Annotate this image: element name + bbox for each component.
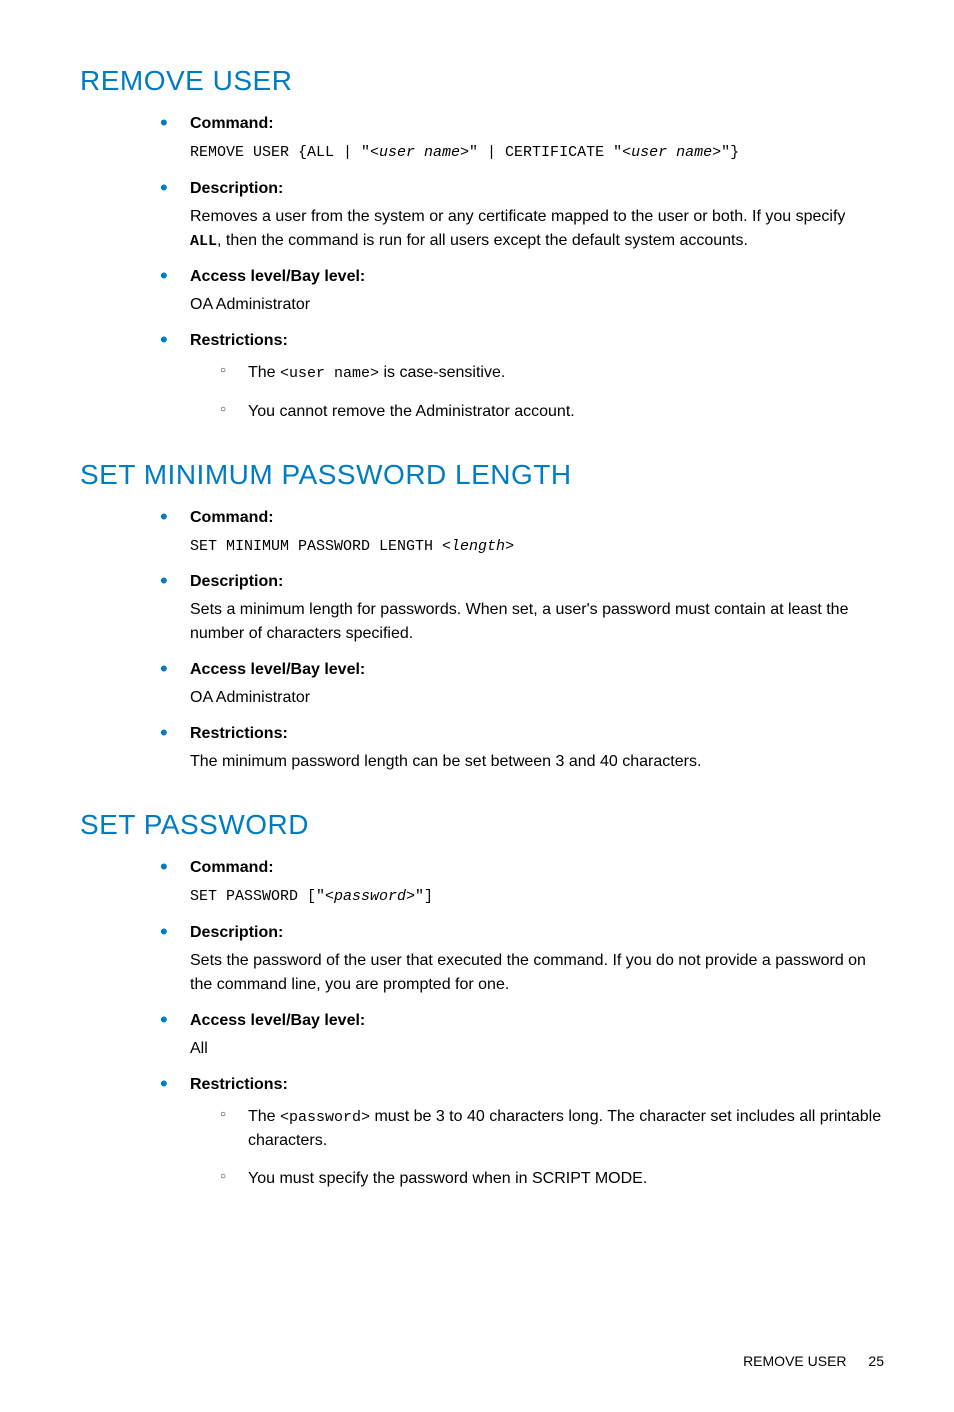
label-command: Command: xyxy=(190,509,274,526)
section-list: Command: REMOVE USER {ALL | "<user name>… xyxy=(80,112,884,424)
command-pre: SET PASSWORD ["< xyxy=(190,888,334,905)
command-mid: >" | CERTIFICATE "< xyxy=(460,144,631,161)
label-restrictions: Restrictions: xyxy=(190,1076,288,1093)
label-restrictions: Restrictions: xyxy=(190,332,288,349)
label-description: Description: xyxy=(190,924,283,941)
label-restrictions: Restrictions: xyxy=(190,725,288,742)
access-text: OA Administrator xyxy=(190,293,884,317)
desc-post: , then the command is run for all users … xyxy=(217,232,748,249)
item-access: Access level/Bay level: OA Administrator xyxy=(160,265,884,317)
restrictions-text: The minimum password length can be set b… xyxy=(190,750,884,774)
label-access: Access level/Bay level: xyxy=(190,661,365,678)
item-description: Description: Removes a user from the sys… xyxy=(160,177,884,254)
desc-code: ALL xyxy=(190,233,217,250)
restriction-item: You cannot remove the Administrator acco… xyxy=(220,400,884,424)
item-description: Description: Sets the password of the us… xyxy=(160,921,884,997)
restriction-code: <user name> xyxy=(280,365,379,382)
label-access: Access level/Bay level: xyxy=(190,268,365,285)
section-heading-remove-user: REMOVE USER xyxy=(80,60,884,102)
restriction-post: is case-sensitive. xyxy=(379,364,505,381)
command-text: SET PASSWORD ["<password>"] xyxy=(190,884,884,909)
description-text: Sets a minimum length for passwords. Whe… xyxy=(190,598,884,646)
page-footer: REMOVE USER 25 xyxy=(80,1351,884,1372)
restrictions-sublist: The <user name> is case-sensitive. You c… xyxy=(190,361,884,424)
command-text: SET MINIMUM PASSWORD LENGTH <length> xyxy=(190,534,884,559)
item-access: Access level/Bay level: OA Administrator xyxy=(160,658,884,710)
desc-pre: Removes a user from the system or any ce… xyxy=(190,208,845,225)
item-access: Access level/Bay level: All xyxy=(160,1009,884,1061)
label-command: Command: xyxy=(190,115,274,132)
footer-title: REMOVE USER xyxy=(743,1353,846,1369)
section-list: Command: SET MINIMUM PASSWORD LENGTH <le… xyxy=(80,506,884,775)
item-restrictions: Restrictions: The minimum password lengt… xyxy=(160,722,884,774)
label-access: Access level/Bay level: xyxy=(190,1012,365,1029)
command-text: REMOVE USER {ALL | "<user name>" | CERTI… xyxy=(190,140,884,165)
section-heading-set-password: SET PASSWORD xyxy=(80,804,884,846)
command-arg: user name xyxy=(379,144,460,161)
item-description: Description: Sets a minimum length for p… xyxy=(160,570,884,646)
access-text: All xyxy=(190,1037,884,1061)
description-text: Removes a user from the system or any ce… xyxy=(190,205,884,254)
section-list: Command: SET PASSWORD ["<password>"] Des… xyxy=(80,856,884,1191)
command-arg: length xyxy=(451,538,505,555)
label-command: Command: xyxy=(190,859,274,876)
command-arg: user name xyxy=(631,144,712,161)
restriction-pre: The xyxy=(248,1108,280,1125)
description-text: Sets the password of the user that execu… xyxy=(190,949,884,997)
command-pre: REMOVE USER {ALL | "< xyxy=(190,144,379,161)
item-command: Command: SET PASSWORD ["<password>"] xyxy=(160,856,884,909)
restriction-pre: You cannot remove the Administrator acco… xyxy=(248,403,575,420)
restriction-item: The <user name> is case-sensitive. xyxy=(220,361,884,386)
section-heading-set-min-pw: SET MINIMUM PASSWORD LENGTH xyxy=(80,454,884,496)
footer-page: 25 xyxy=(868,1353,884,1369)
item-restrictions: Restrictions: The <password> must be 3 t… xyxy=(160,1073,884,1192)
restrictions-sublist: The <password> must be 3 to 40 character… xyxy=(190,1105,884,1192)
item-command: Command: SET MINIMUM PASSWORD LENGTH <le… xyxy=(160,506,884,559)
restriction-pre: You must specify the password when in SC… xyxy=(248,1170,647,1187)
restriction-item: You must specify the password when in SC… xyxy=(220,1167,884,1191)
item-command: Command: REMOVE USER {ALL | "<user name>… xyxy=(160,112,884,165)
command-pre: SET MINIMUM PASSWORD LENGTH < xyxy=(190,538,451,555)
label-description: Description: xyxy=(190,180,283,197)
restriction-code: <password> xyxy=(280,1109,370,1126)
label-description: Description: xyxy=(190,573,283,590)
restriction-pre: The xyxy=(248,364,280,381)
command-post: >"} xyxy=(712,144,739,161)
command-arg: password xyxy=(334,888,406,905)
restriction-item: The <password> must be 3 to 40 character… xyxy=(220,1105,884,1154)
command-post: >"] xyxy=(406,888,433,905)
access-text: OA Administrator xyxy=(190,686,884,710)
item-restrictions: Restrictions: The <user name> is case-se… xyxy=(160,329,884,424)
command-post: > xyxy=(505,538,514,555)
